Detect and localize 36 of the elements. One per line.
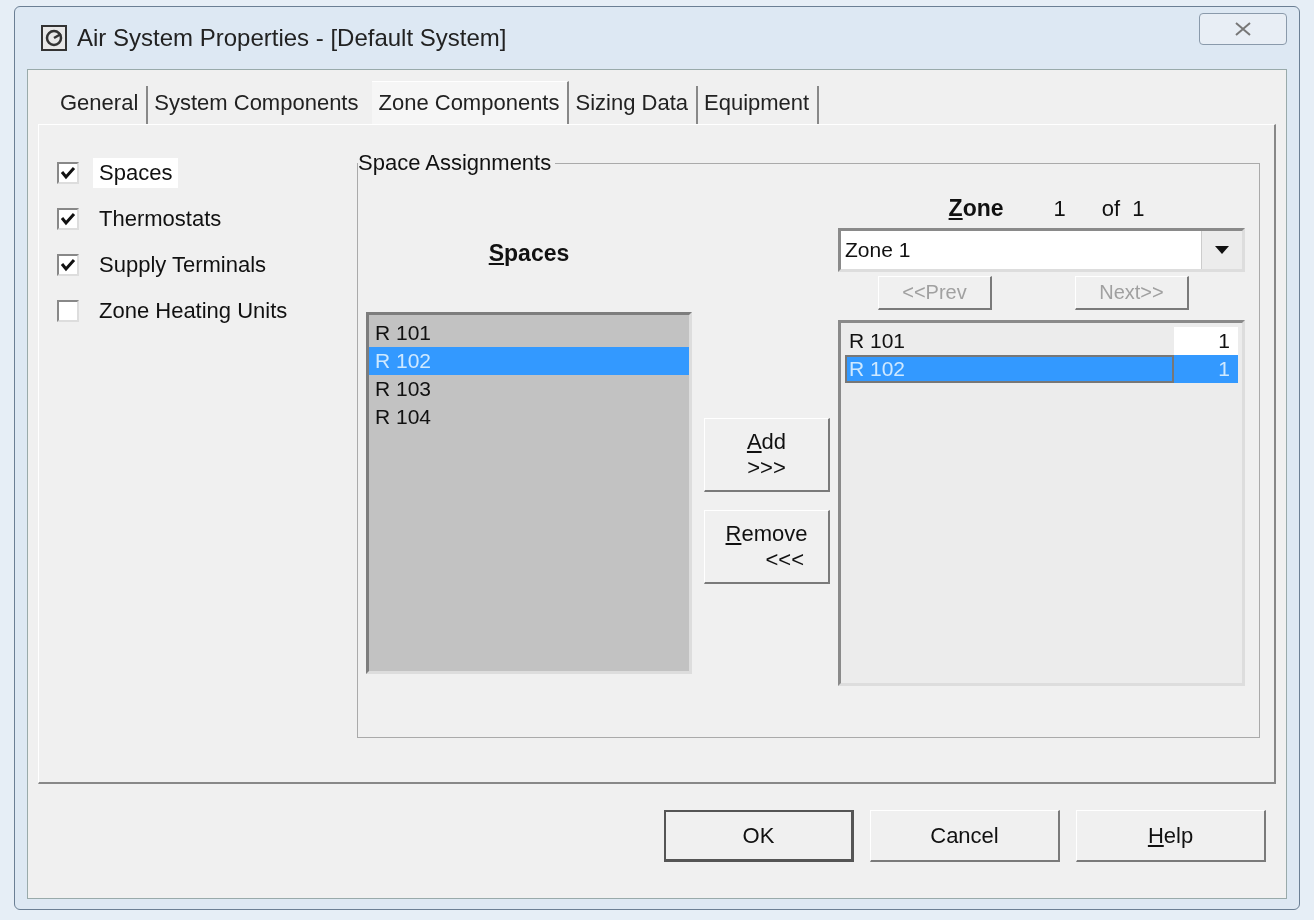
zone-number: 1 xyxy=(1053,196,1066,222)
dialog-button[interactable]: Help xyxy=(1076,810,1266,862)
list-item[interactable]: R 103 xyxy=(369,375,689,403)
zone-total: 1 xyxy=(1132,196,1145,222)
add-button[interactable]: Add >>> xyxy=(704,418,830,492)
tab[interactable]: Zone Components xyxy=(372,81,570,124)
close-icon xyxy=(1234,21,1252,37)
checkbox[interactable] xyxy=(57,300,79,322)
checkbox-label[interactable]: Spaces xyxy=(93,158,179,188)
of-label: of xyxy=(1101,196,1121,222)
checkbox-label[interactable]: Supply Terminals xyxy=(93,250,273,280)
dialog-button[interactable]: OK xyxy=(664,810,854,862)
spaces-list[interactable]: R 101 R 102 R 103 R 104 xyxy=(366,312,692,674)
list-item[interactable]: R 101 xyxy=(845,327,1174,355)
count-cell: 1 xyxy=(1174,327,1238,355)
checkbox[interactable] xyxy=(57,162,79,184)
checkbox[interactable] xyxy=(57,254,79,276)
tab[interactable]: Sizing Data xyxy=(569,86,698,124)
zone-heading: Zone xyxy=(948,195,1004,222)
checkbox[interactable] xyxy=(57,208,79,230)
tab[interactable]: General xyxy=(54,86,149,124)
tab[interactable]: System Components xyxy=(148,86,367,124)
count-cell: 1 xyxy=(1174,355,1238,383)
list-heading: Spaces xyxy=(488,240,570,268)
dropdown-arrow-icon xyxy=(1215,246,1229,254)
zone-spaces-list[interactable]: R 101 1 R 102 1 xyxy=(838,320,1245,686)
list-item[interactable]: R 101 xyxy=(369,319,689,347)
dialog-button[interactable]: Cancel xyxy=(870,810,1060,862)
checkbox-label[interactable]: Zone Heating Units xyxy=(93,296,294,326)
checkbox-label[interactable]: Thermostats xyxy=(93,204,228,234)
remove-button[interactable]: Remove <<< xyxy=(704,510,830,584)
app-icon xyxy=(41,25,67,51)
window-title: Air System Properties - [Default System] xyxy=(77,24,507,52)
list-item[interactable]: R 104 xyxy=(369,403,689,431)
tab[interactable]: Equipment xyxy=(698,86,820,124)
zone-dropdown[interactable]: Zone 1 xyxy=(838,228,1245,272)
